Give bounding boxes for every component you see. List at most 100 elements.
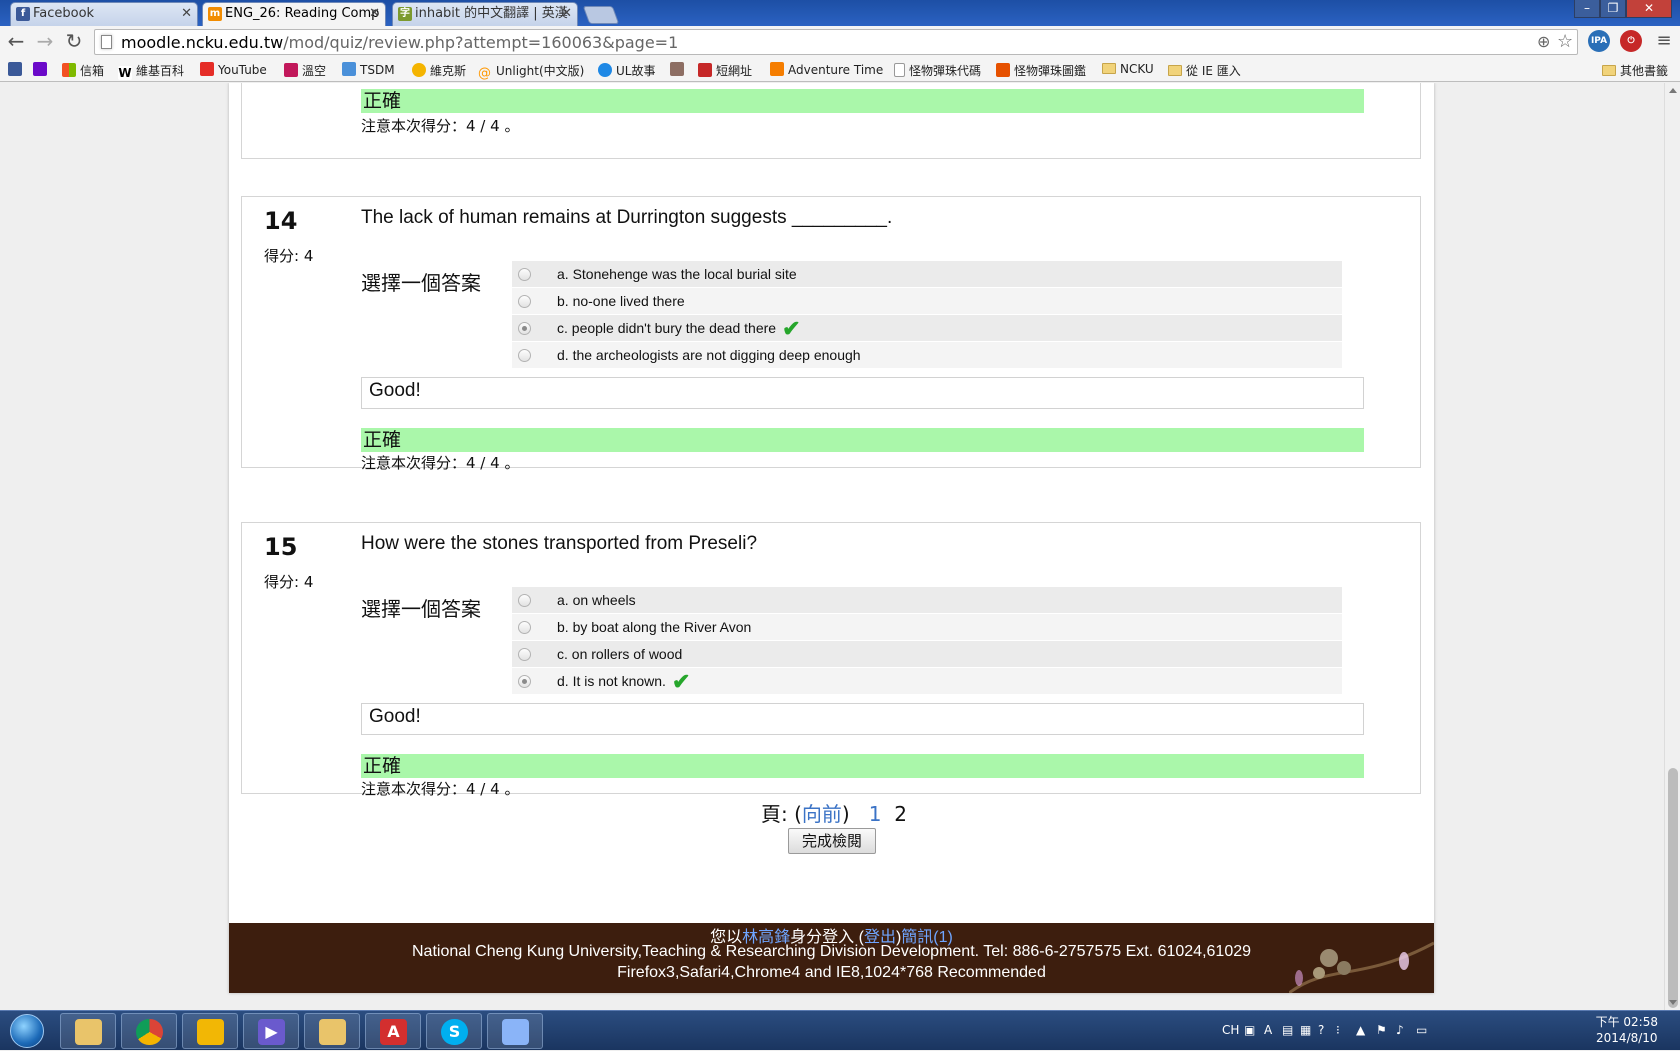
bookmark-site[interactable]: 維克斯 [412, 62, 466, 79]
folder-icon [1168, 65, 1182, 76]
scrollbar-thumb[interactable] [1668, 768, 1678, 1008]
answer-option[interactable]: c. on rollers of wood [512, 641, 1342, 668]
start-button[interactable] [2, 1011, 52, 1051]
vertical-scrollbar[interactable] [1664, 83, 1680, 1010]
minimize-button[interactable]: – [1574, 0, 1600, 18]
tab-facebook[interactable]: f Facebook ✕ [10, 2, 198, 26]
url-text: moodle.ncku.edu.tw/mod/quiz/review.php?a… [121, 33, 678, 52]
back-button[interactable]: ← [4, 30, 28, 54]
network-icon[interactable]: ▭ [1416, 1023, 1427, 1037]
forward-button[interactable]: → [33, 30, 57, 54]
answer-option[interactable]: d. It is not known. ✔ [512, 668, 1342, 695]
bookmark-unlight[interactable]: @ Unlight(中文版) [478, 62, 584, 81]
menu-icon[interactable]: ≡ [1652, 30, 1676, 54]
close-icon[interactable]: ✕ [369, 3, 380, 25]
action-center-flag-icon[interactable]: ⚑ [1376, 1023, 1387, 1037]
other-bookmarks[interactable]: 其他書籤 [1602, 62, 1668, 79]
power-extension-icon[interactable]: ⏻ [1620, 30, 1642, 52]
zoom-icon[interactable]: ⊕ [1537, 32, 1550, 51]
correct-banner: 正確 [361, 89, 1364, 113]
taskbar-skype[interactable]: S [426, 1013, 482, 1049]
taskbar-chrome[interactable] [121, 1013, 177, 1049]
bookmark-wikipedia[interactable]: W 維基百科 [118, 62, 184, 80]
bookmark-facebook[interactable] [8, 62, 26, 77]
volume-icon[interactable]: ♪ [1396, 1023, 1404, 1037]
answer-label: c. people didn't bury the dead there [557, 320, 777, 336]
url-host: moodle.ncku.edu.tw [121, 33, 284, 52]
tab-bar: f Facebook ✕ m ENG_26: Reading Comp ✕ 字 … [0, 0, 1680, 27]
taskbar-paint[interactable] [487, 1013, 543, 1049]
bookmark-yahoo[interactable] [33, 62, 51, 77]
answer-label-wrap: c. people didn't bury the dead there ✔ [557, 315, 801, 341]
new-tab-button[interactable] [582, 6, 620, 24]
answer-label: a. Stonehenge was the local burial site [557, 266, 797, 282]
finish-review-button[interactable]: 完成檢閱 [788, 828, 876, 854]
bookmark-monster-guide[interactable]: 怪物彈珠圖鑑 [996, 62, 1086, 79]
bookmark-mail[interactable]: 信箱 [62, 62, 104, 79]
taskbar-explorer[interactable] [60, 1013, 116, 1049]
site-icon [698, 63, 712, 77]
blogger-icon [770, 62, 784, 76]
restore-button[interactable]: ❐ [1600, 0, 1626, 18]
radio-button-selected[interactable] [518, 675, 531, 688]
address-bar[interactable]: moodle.ncku.edu.tw/mod/quiz/review.php?a… [94, 29, 1578, 55]
keyboard-icon[interactable]: ▤ [1282, 1023, 1293, 1037]
radio-button[interactable] [518, 594, 531, 607]
bookmarks-bar: 信箱 W 維基百科 YouTube 溫空 TSDM 維克斯 @ Unlight(中文… [0, 58, 1680, 82]
radio-button-selected[interactable] [518, 322, 531, 335]
bookmark-tsdm[interactable]: TSDM [342, 62, 395, 77]
bookmark-youtube[interactable]: YouTube [200, 62, 267, 77]
close-icon[interactable]: ✕ [561, 3, 572, 25]
show-hidden-icons-icon[interactable]: ▲ [1356, 1023, 1365, 1037]
scroll-down-arrow-icon[interactable] [1669, 1000, 1677, 1005]
question-number: 15 [264, 533, 298, 561]
answer-option[interactable]: d. the archeologists are not digging dee… [512, 342, 1342, 369]
bookmark-site[interactable]: 溫空 [284, 62, 326, 79]
at-icon: @ [478, 66, 491, 81]
radio-button[interactable] [518, 349, 531, 362]
close-window-button[interactable]: ✕ [1626, 0, 1672, 18]
bookmark-short-url[interactable]: 短網址 [698, 62, 752, 79]
scroll-up-arrow-icon[interactable] [1669, 88, 1677, 93]
bookmark-folder-ie[interactable]: 從 IE 匯入 [1168, 62, 1241, 79]
answer-option[interactable]: b. by boat along the River Avon [512, 614, 1342, 641]
taskbar-pdf[interactable]: A [365, 1013, 421, 1049]
bookmark-folder-ncku[interactable]: NCKU [1102, 62, 1154, 76]
answer-option[interactable]: a. Stonehenge was the local burial site [512, 261, 1342, 288]
page-navigation: 頁: (向前) 1 2 [761, 798, 907, 827]
bookmark-site[interactable] [670, 62, 688, 77]
taskbar-app[interactable] [182, 1013, 238, 1049]
bookmark-ul-story[interactable]: UL故事 [598, 62, 655, 79]
answer-option[interactable]: b. no-one lived there [512, 288, 1342, 315]
ipa-extension-icon[interactable]: IPA [1588, 30, 1610, 52]
media-icon: ▶ [258, 1019, 285, 1045]
radio-button[interactable] [518, 268, 531, 281]
font-icon[interactable]: A [1264, 1023, 1272, 1037]
previous-page-link[interactable]: 向前 [802, 802, 842, 826]
mark-note: 注意本次得分：4 / 4 。 [361, 117, 520, 135]
ime-mode-icon[interactable]: ▣ [1244, 1023, 1255, 1037]
taskbar-media[interactable]: ▶ [243, 1013, 299, 1049]
facebook-icon [8, 62, 22, 76]
ime-tools-icon[interactable]: ▦ [1300, 1023, 1311, 1037]
answer-label: a. on wheels [557, 592, 636, 608]
bookmark-monster-code[interactable]: 怪物彈珠代碼 [894, 62, 981, 79]
ime-indicator[interactable]: CH [1222, 1023, 1239, 1037]
answer-option[interactable]: c. people didn't bury the dead there ✔ [512, 315, 1342, 342]
radio-button[interactable] [518, 648, 531, 661]
radio-button[interactable] [518, 621, 531, 634]
page-1-link[interactable]: 1 [869, 802, 882, 826]
clock[interactable]: 下午 02:58 2014/8/10 [1596, 1014, 1658, 1046]
bookmark-star-icon[interactable]: ☆ [1557, 31, 1573, 52]
tab-dictionary[interactable]: 字 inhabit 的中文翻譯 | 英漢 ✕ [392, 2, 578, 26]
answer-option[interactable]: a. on wheels [512, 587, 1342, 614]
tab-moodle[interactable]: m ENG_26: Reading Comp ✕ [202, 2, 386, 27]
close-icon[interactable]: ✕ [181, 3, 192, 25]
help-icon[interactable]: ? [1318, 1023, 1324, 1037]
reload-button[interactable]: ↻ [62, 30, 86, 54]
clock-date: 2014/8/10 [1596, 1031, 1658, 1045]
taskbar-folder[interactable] [304, 1013, 360, 1049]
ime-options-icon[interactable]: ⁝ [1336, 1023, 1340, 1037]
bookmark-adventure-time[interactable]: Adventure Time [770, 62, 883, 77]
radio-button[interactable] [518, 295, 531, 308]
